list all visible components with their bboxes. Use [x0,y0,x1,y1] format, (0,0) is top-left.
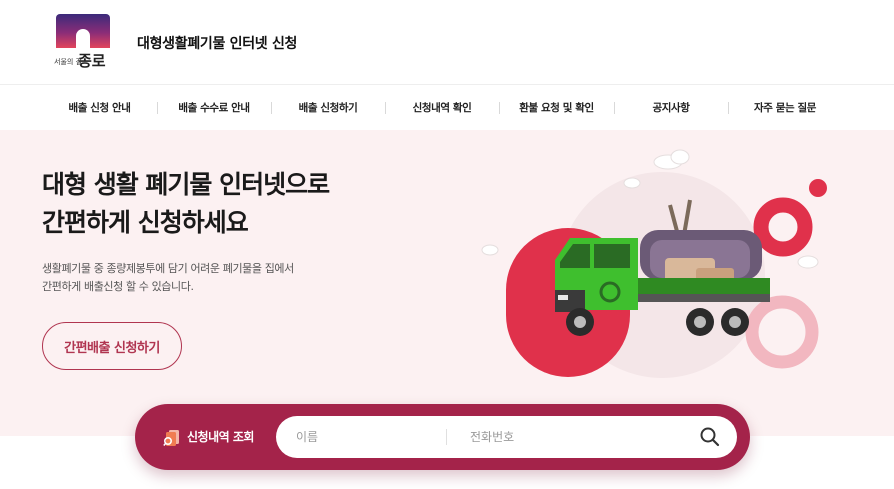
quick-apply-button[interactable]: 간편배출 신청하기 [42,322,182,370]
truck-bed [620,278,770,296]
truck-frame [620,294,770,302]
nav-item-guide[interactable]: 배출 신청 안내 [42,85,157,131]
main-nav: 배출 신청 안내 배출 수수료 안내 배출 신청하기 신청내역 확인 환불 요청… [0,84,894,130]
truck-illustration [481,149,827,378]
hero-description: 생활폐기물 중 종량제봉투에 담기 어려운 폐기물을 집에서 간편하게 배출신청… [42,260,294,296]
logo-text: 종로 [78,52,106,70]
search-icon [700,427,720,447]
site-title[interactable]: 대형생활폐기물 인터넷 신청 [137,33,297,53]
hero-desc-line1: 생활폐기물 중 종량제봉투에 담기 어려운 폐기물을 집에서 [42,262,294,275]
ring-bottom-icon [745,295,819,369]
nav-item-faq[interactable]: 자주 묻는 질문 [728,85,842,131]
search-field [276,416,737,458]
nav-item-refund[interactable]: 환불 요청 및 확인 [499,85,614,131]
hero-title-line2: 간편하게 신청하세요 [42,208,249,237]
history-search-label: 신청내역 조회 [187,430,254,444]
field-divider [446,429,447,445]
name-input[interactable] [296,416,446,458]
hero-title-line1: 대형 생활 폐기물 인터넷으로 [42,170,330,199]
dot-icon [809,179,827,197]
phone-input[interactable] [470,416,670,458]
hero-desc-line2: 간편하게 배출신청 할 수 있습니다. [42,280,194,293]
nav-item-notice[interactable]: 공지사항 [614,85,728,131]
nav-item-history[interactable]: 신청내역 확인 [385,85,499,131]
jongno-logo[interactable]: 서울의 길 종로 [54,14,114,70]
nav-item-apply[interactable]: 배출 신청하기 [271,85,385,131]
history-search-bar: 신청내역 조회 [135,404,750,470]
site-header: 서울의 길 종로 대형생활폐기물 인터넷 신청 [0,0,894,84]
hero-title: 대형 생활 폐기물 인터넷으로 간편하게 신청하세요 [42,166,330,242]
logo-mark-icon [56,14,110,48]
truck-cab [555,238,638,312]
document-search-icon [163,430,179,447]
search-button[interactable] [696,423,724,451]
nav-item-fee[interactable]: 배출 수수료 안내 [157,85,271,131]
ring-top-icon [753,197,813,257]
